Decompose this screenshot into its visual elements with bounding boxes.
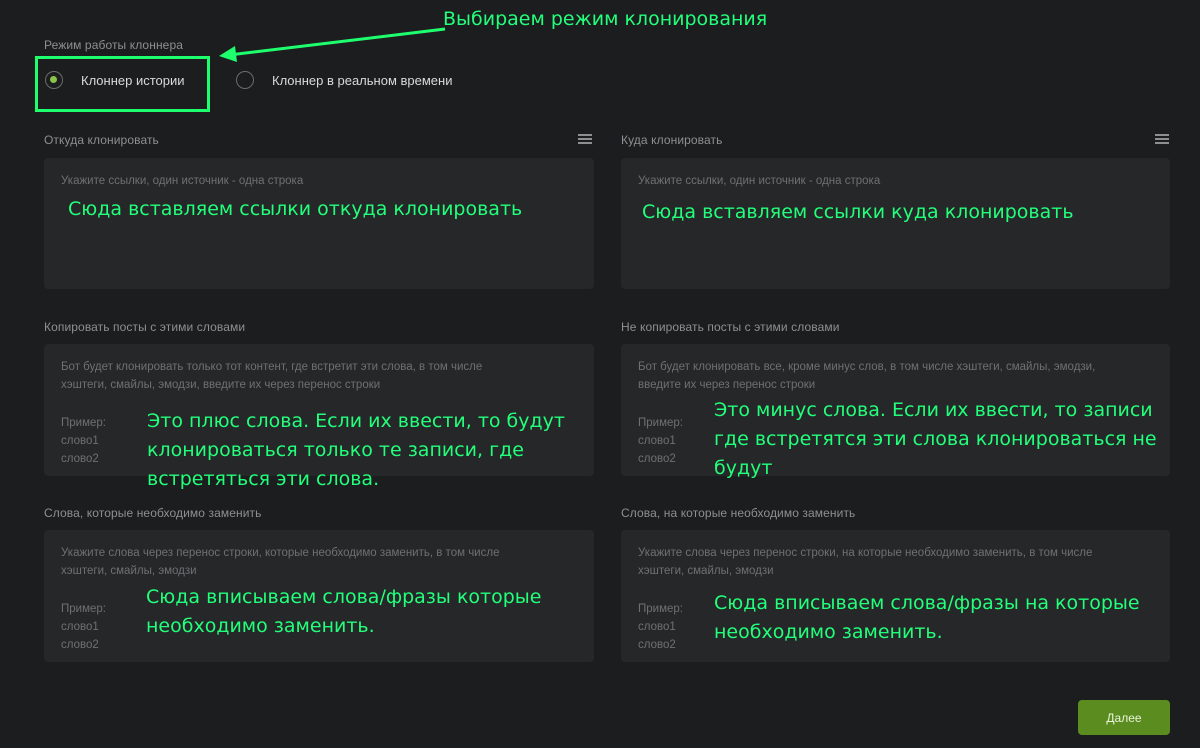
radio-unchecked-icon[interactable] (236, 71, 254, 89)
replace-with-words-label: Слова, на которые необходимо заменить (621, 506, 856, 520)
annotation-arrow (219, 27, 446, 62)
mode-label: Режим работы клоннера (44, 38, 183, 52)
replace-words-placeholder-2: хэштеги, смайлы, эмодзи (61, 565, 197, 577)
radio-option-realtime[interactable]: Клоннер в реальном времени (236, 71, 452, 89)
include-words-placeholder-1: Бот будет клонировать только тот контент… (61, 361, 483, 373)
exclude-words-placeholder-1: Бот будет клонировать все, кроме минус с… (638, 361, 1096, 373)
radio-checked-icon[interactable] (45, 71, 63, 89)
exclude-words-label: Не копировать посты с этими словами (621, 320, 840, 334)
annotation-replace-hint: Сюда вписываем слова/фразы которые необх… (146, 586, 542, 637)
annotation-mode-hint: Выбираем режим клонирования (443, 8, 768, 30)
replace-with-words-placeholder-1: Укажите слова через перенос строки, на к… (638, 547, 1093, 559)
source-label: Откуда клонировать (44, 133, 159, 147)
replace-words-label: Слова, которые необходимо заменить (44, 506, 262, 520)
target-placeholder: Укажите ссылки, один источник - одна стр… (638, 175, 881, 187)
source-menu-icon[interactable] (578, 134, 592, 144)
radio-option-realtime-label: Клоннер в реальном времени (272, 72, 453, 88)
include-words-placeholder-2: хэштеги, смайлы, эмодзи, введите их чере… (61, 379, 381, 391)
include-words-label: Копировать посты с этими словами (44, 320, 246, 334)
annotation-plus-hint: Это плюс слова. Если их ввести, то будут… (147, 410, 565, 490)
source-placeholder: Укажите ссылки, один источник - одна стр… (61, 175, 304, 187)
replace-words-placeholder-1: Укажите слова через перенос строки, кото… (61, 547, 500, 559)
radio-option-history-label: Клоннер истории (81, 72, 185, 88)
exclude-words-placeholder-2: введите их через перенос строки (638, 379, 816, 391)
target-menu-icon[interactable] (1155, 134, 1169, 144)
radio-option-history[interactable]: Клоннер истории (45, 71, 185, 89)
next-button[interactable]: Далее (1078, 700, 1170, 735)
annotation-minus-hint: Это минус слова. Если их ввести, то запи… (714, 399, 1157, 479)
annotation-replace-with-hint: Сюда вписываем слова/фразы на которые не… (714, 592, 1140, 643)
target-label: Куда клонировать (621, 133, 723, 147)
annotation-to-hint: Сюда вставляем ссылки куда клонировать (642, 201, 1074, 223)
annotation-from-hint: Сюда вставляем ссылки откуда клонировать (68, 198, 523, 220)
replace-with-words-placeholder-2: хэштеги, смайлы, эмодзи (638, 565, 774, 577)
